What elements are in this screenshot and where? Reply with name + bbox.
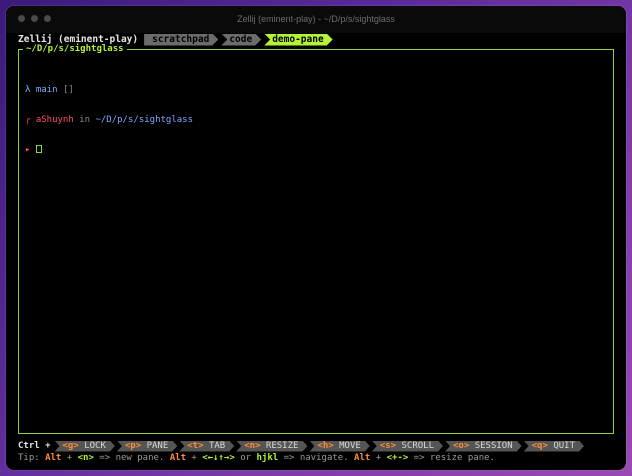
keybinding-bar: Ctrl + <g> LOCK <p> PANE <t> TAB <n> RES…: [18, 440, 586, 452]
keybind-move[interactable]: <h> MOVE: [309, 441, 369, 452]
current-path: ~/D/p/s/sightglass: [95, 115, 194, 125]
window-title: Zellij (eminent-play) - ~/D/p/s/sightgla…: [237, 14, 395, 24]
terminal-pane[interactable]: ~/D/p/s/sightglass λ main [] ┌ aShuynh i…: [18, 44, 614, 434]
title-bar: Zellij (eminent-play) - ~/D/p/s/sightgla…: [6, 6, 626, 33]
tab-code[interactable]: code: [221, 34, 261, 46]
prompt-line-branch: λ main []: [25, 85, 193, 95]
tab-scratchpad[interactable]: scratchpad: [144, 34, 218, 46]
modifier-label: Ctrl +: [18, 441, 51, 451]
prompt-line-user: ┌ aShuynh in ~/D/p/s/sightglass: [25, 115, 193, 125]
prompt-corner-top: ┌: [25, 115, 31, 125]
terminal-output[interactable]: λ main [] ┌ aShuynh in ~/D/p/s/sightglas…: [25, 65, 193, 175]
keybind-quit[interactable]: <q> QUIT: [524, 441, 584, 452]
branch-status: []: [62, 85, 74, 95]
terminal-window: Zellij (eminent-play) - ~/D/p/s/sightgla…: [6, 6, 626, 470]
prompt-line-input: ▸: [25, 145, 193, 155]
keybind-scroll[interactable]: <s> SCROLL: [372, 441, 443, 452]
keybind-pane[interactable]: <p> PANE: [117, 441, 177, 452]
keybind-session[interactable]: <o> SESSION: [445, 441, 522, 452]
prompt-arrow-icon: ▸: [25, 145, 31, 155]
text-cursor: [35, 145, 42, 153]
tip-line: Tip: Alt + <n> => new pane. Alt + <←↓↑→>…: [18, 453, 495, 463]
lambda-prompt-icon: λ: [25, 85, 31, 95]
keybind-resize[interactable]: <n> RESIZE: [236, 441, 307, 452]
keybind-tab[interactable]: <t> TAB: [179, 441, 234, 452]
in-word: in: [79, 115, 91, 125]
tab-demo-pane[interactable]: demo-pane: [264, 34, 332, 46]
username: aShuynh: [35, 115, 74, 125]
keybind-lock[interactable]: <g> LOCK: [55, 441, 115, 452]
git-branch: main: [35, 85, 58, 95]
pane-title: ~/D/p/s/sightglass: [23, 44, 127, 54]
